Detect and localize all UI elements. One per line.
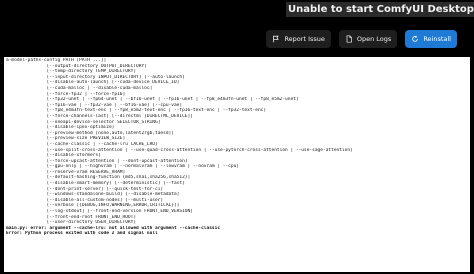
reinstall-label: Reinstall bbox=[423, 35, 451, 43]
document-icon bbox=[345, 35, 353, 43]
window-title: Unable to start ComfyUI Desktop v0.4.13 bbox=[286, 2, 474, 17]
open-logs-label: Open Logs bbox=[356, 35, 392, 43]
action-toolbar: Report Issue Open Logs Reinstall bbox=[266, 30, 457, 48]
log-line: Error: Python process exited with code 2… bbox=[6, 231, 158, 237]
refresh-icon bbox=[411, 35, 419, 43]
reinstall-button[interactable]: Reinstall bbox=[405, 30, 457, 48]
flag-icon bbox=[272, 35, 280, 43]
report-issue-button[interactable]: Report Issue bbox=[266, 30, 331, 48]
open-logs-button[interactable]: Open Logs bbox=[338, 30, 398, 48]
log-output[interactable]: a-model-paths-config PATH [PATH ...]] [-… bbox=[4, 57, 470, 272]
report-issue-label: Report Issue bbox=[284, 35, 325, 43]
error-page: Unable to start ComfyUI Desktop v0.4.13 … bbox=[0, 0, 474, 274]
